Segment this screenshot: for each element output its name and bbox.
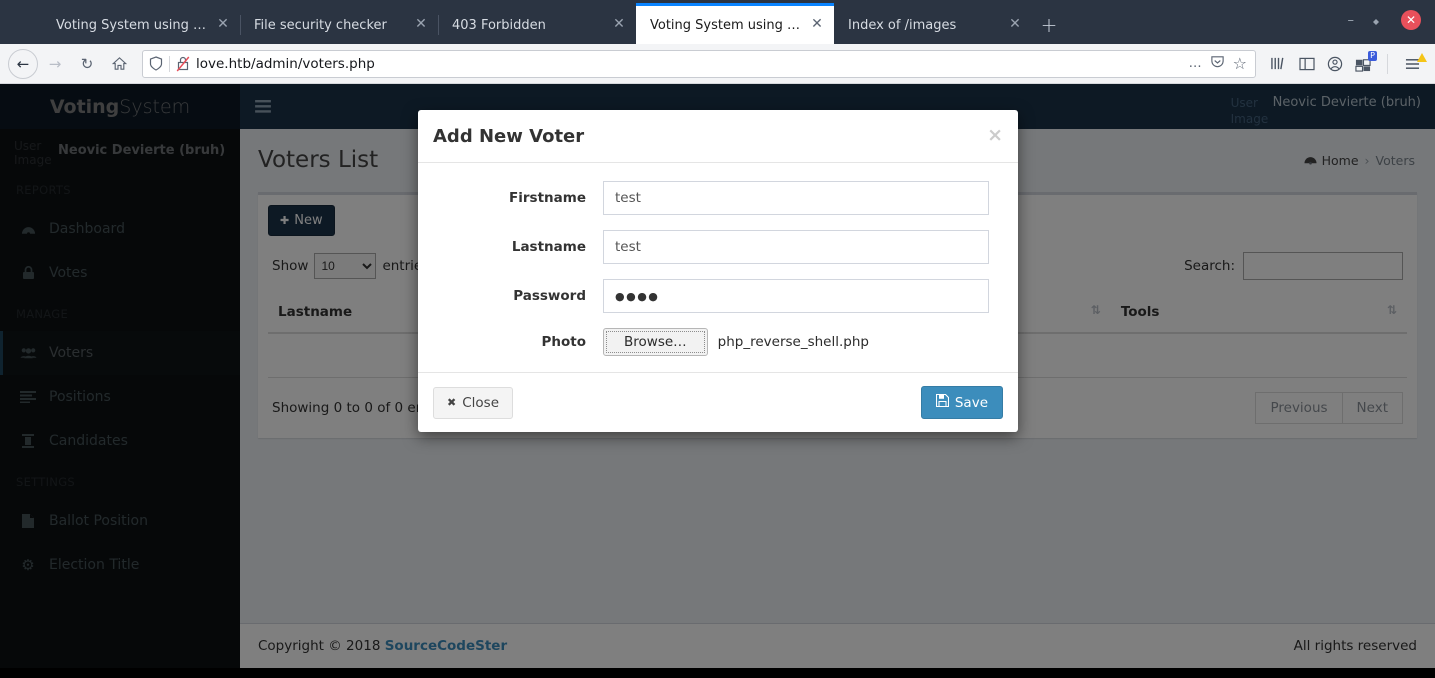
field-row-photo: Photo Browse… php_reverse_shell.php [433,328,1003,356]
url-actions: … ☆ [1189,54,1249,73]
window-controls: – ✕ [1334,6,1435,44]
firstname-input[interactable]: test [603,181,989,215]
url-divider [169,56,170,72]
tracking-protection-icon[interactable] [149,56,163,71]
browser-tab-2[interactable]: File security checker ✕ [240,6,438,44]
field-row-password: Password ●●●● [433,279,1003,313]
firstname-label: Firstname [433,190,603,206]
broken-lock-icon[interactable] [176,56,190,72]
close-icon[interactable]: ✕ [214,16,232,34]
close-modal-button-label: Close [462,395,499,411]
update-warning-icon [1417,53,1427,62]
back-button[interactable]: ← [8,49,38,79]
close-icon[interactable]: × [987,126,1003,144]
toolbar-divider [1387,54,1388,74]
modal-backdrop-sidebar[interactable] [0,84,240,668]
navigation-toolbar: ← → ↻ love.htb/admin/voters.php … [0,44,1435,84]
browser-tab-3[interactable]: 403 Forbidden ✕ [438,6,636,44]
add-voter-modal: Add New Voter × Firstname test Lastname … [418,110,1018,432]
close-icon[interactable]: ✕ [808,16,826,34]
new-tab-button[interactable]: + [1032,6,1066,44]
close-icon[interactable]: ✕ [610,16,628,34]
home-icon [112,56,127,71]
pocket-icon[interactable] [1210,54,1225,73]
modal-body: Firstname test Lastname test Password ●●… [418,163,1018,372]
url-text[interactable]: love.htb/admin/voters.php [196,56,1183,72]
container-tabs-icon[interactable]: P [1355,56,1371,72]
restore-icon [1372,15,1383,26]
tab-title: Voting System using PHP [56,18,208,33]
password-input[interactable]: ●●●● [603,279,989,313]
x-icon: ✖ [447,396,456,409]
save-button[interactable]: Save [921,386,1003,419]
browse-file-button[interactable]: Browse… [603,328,708,356]
tab-title: Index of /images [848,18,1000,33]
minimize-button[interactable]: – [1348,13,1355,28]
forward-button[interactable]: → [40,49,70,79]
tab-title: File security checker [254,18,406,33]
password-label: Password [433,288,603,304]
page-actions-icon[interactable]: … [1189,56,1202,71]
save-disk-icon [936,394,949,411]
browser-tab-5[interactable]: Index of /images ✕ [834,6,1032,44]
close-icon[interactable]: ✕ [412,16,430,34]
modal-header: Add New Voter × [418,110,1018,163]
tab-title: 403 Forbidden [452,18,604,33]
close-icon[interactable]: ✕ [1006,16,1024,34]
field-row-lastname: Lastname test [433,230,1003,264]
tab-bar: Voting System using PHP ✕ File security … [0,0,1435,44]
tab-title: Voting System using PHP [650,18,802,33]
lastname-input[interactable]: test [603,230,989,264]
modal-title: Add New Voter [433,126,584,147]
container-badge: P [1368,51,1377,61]
toolbar-icons: P [1264,54,1427,74]
browser-window: Voting System using PHP ✕ File security … [0,0,1435,678]
library-icon[interactable] [1270,56,1287,71]
photo-label: Photo [433,334,603,350]
selected-filename: php_reverse_shell.php [718,334,869,350]
field-row-firstname: Firstname test [433,181,1003,215]
restore-button[interactable] [1372,15,1383,26]
sidebar-icon[interactable] [1299,57,1315,71]
browser-tab-4-active[interactable]: Voting System using PHP ✕ [636,3,834,44]
home-button[interactable] [104,49,134,79]
close-button[interactable]: ✕ [1401,10,1421,30]
save-button-label: Save [955,395,988,411]
web-page: VotingSystem User Image Neovic Devierte … [0,84,1435,668]
modal-footer: ✖ Close Save [418,372,1018,432]
app-menu-icon[interactable] [1404,57,1421,71]
url-bar[interactable]: love.htb/admin/voters.php … ☆ [142,50,1256,78]
bookmark-star-icon[interactable]: ☆ [1233,54,1247,73]
lastname-label: Lastname [433,239,603,255]
file-input-row: Browse… php_reverse_shell.php [603,328,989,356]
reload-button[interactable]: ↻ [72,49,102,79]
browser-tab-1[interactable]: Voting System using PHP ✕ [42,6,240,44]
account-warning-icon[interactable] [1327,56,1343,72]
close-modal-button[interactable]: ✖ Close [433,387,513,419]
